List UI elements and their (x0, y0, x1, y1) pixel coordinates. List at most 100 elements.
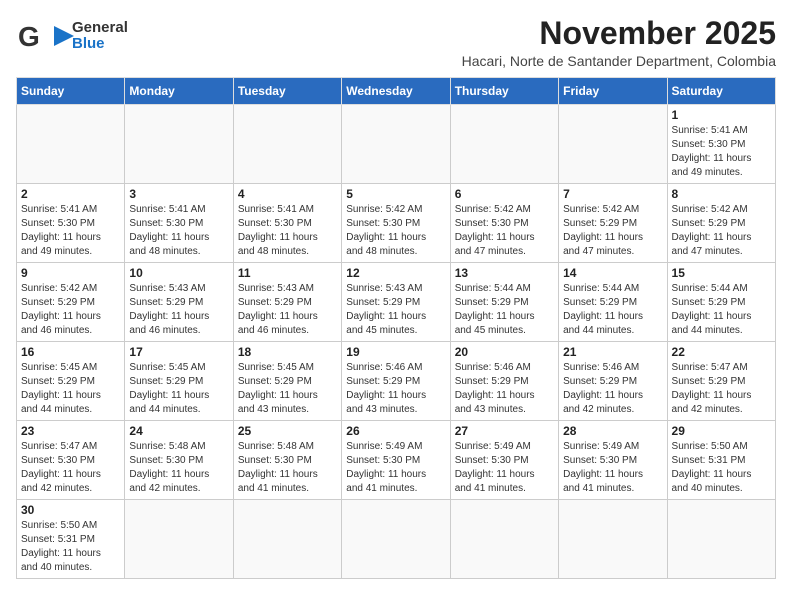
calendar-cell (559, 105, 667, 184)
calendar-cell (450, 500, 558, 579)
day-info: Sunrise: 5:41 AM Sunset: 5:30 PM Dayligh… (21, 203, 120, 259)
day-number: 1 (672, 108, 771, 122)
calendar-cell (125, 105, 233, 184)
calendar-cell (233, 500, 341, 579)
day-number: 15 (672, 266, 771, 280)
day-header-monday: Monday (125, 78, 233, 105)
calendar-cell: 5 Sunrise: 5:42 AM Sunset: 5:30 PM Daylig… (342, 184, 450, 263)
calendar-week-2: 2 Sunrise: 5:41 AM Sunset: 5:30 PM Daylig… (17, 184, 776, 263)
day-info: Sunrise: 5:42 AM Sunset: 5:30 PM Dayligh… (346, 203, 445, 259)
day-number: 19 (346, 345, 445, 359)
logo-svg: G (16, 16, 76, 56)
day-info: Sunrise: 5:46 AM Sunset: 5:29 PM Dayligh… (455, 361, 554, 417)
calendar-cell: 28 Sunrise: 5:49 AM Sunset: 5:30 PM Dayli… (559, 421, 667, 500)
day-number: 3 (129, 187, 228, 201)
calendar-week-1: 1 Sunrise: 5:41 AM Sunset: 5:30 PM Daylig… (17, 105, 776, 184)
day-number: 25 (238, 424, 337, 438)
day-number: 29 (672, 424, 771, 438)
day-info: Sunrise: 5:49 AM Sunset: 5:30 PM Dayligh… (563, 440, 662, 496)
day-header-friday: Friday (559, 78, 667, 105)
calendar-cell: 18Sunrise: 5:45 AM Sunset: 5:29 PM Dayli… (233, 342, 341, 421)
calendar-cell: 27Sunrise: 5:49 AM Sunset: 5:30 PM Dayli… (450, 421, 558, 500)
day-number: 7 (563, 187, 662, 201)
day-header-saturday: Saturday (667, 78, 775, 105)
calendar-cell: 19 Sunrise: 5:46 AM Sunset: 5:29 PM Dayli… (342, 342, 450, 421)
calendar-cell: 12Sunrise: 5:43 AM Sunset: 5:29 PM Dayli… (342, 263, 450, 342)
day-info: Sunrise: 5:50 AM Sunset: 5:31 PM Dayligh… (672, 440, 771, 496)
calendar-cell: 30Sunrise: 5:50 AM Sunset: 5:31 PM Dayli… (17, 500, 125, 579)
day-header-wednesday: Wednesday (342, 78, 450, 105)
day-number: 2 (21, 187, 120, 201)
day-info: Sunrise: 5:47 AM Sunset: 5:29 PM Dayligh… (672, 361, 771, 417)
day-number: 21 (563, 345, 662, 359)
day-info: Sunrise: 5:48 AM Sunset: 5:30 PM Dayligh… (238, 440, 337, 496)
day-info: Sunrise: 5:41 AM Sunset: 5:30 PM Dayligh… (672, 124, 771, 180)
day-number: 26 (346, 424, 445, 438)
calendar-cell: 16 Sunrise: 5:45 AM Sunset: 5:29 PM Dayli… (17, 342, 125, 421)
calendar-cell: 7Sunrise: 5:42 AM Sunset: 5:29 PM Daylig… (559, 184, 667, 263)
calendar-cell: 21 Sunrise: 5:46 AM Sunset: 5:29 PM Dayli… (559, 342, 667, 421)
day-number: 16 (21, 345, 120, 359)
calendar-cell: 26Sunrise: 5:49 AM Sunset: 5:30 PM Dayli… (342, 421, 450, 500)
calendar-cell: 13 Sunrise: 5:44 AM Sunset: 5:29 PM Dayli… (450, 263, 558, 342)
svg-text:G: G (18, 21, 40, 52)
calendar-cell: 10 Sunrise: 5:43 AM Sunset: 5:29 PM Dayli… (125, 263, 233, 342)
day-number: 10 (129, 266, 228, 280)
day-number: 13 (455, 266, 554, 280)
day-header-sunday: Sunday (17, 78, 125, 105)
calendar-header-row: SundayMondayTuesdayWednesdayThursdayFrid… (17, 78, 776, 105)
calendar-cell: 2 Sunrise: 5:41 AM Sunset: 5:30 PM Daylig… (17, 184, 125, 263)
calendar-cell: 9 Sunrise: 5:42 AM Sunset: 5:29 PM Daylig… (17, 263, 125, 342)
day-info: Sunrise: 5:46 AM Sunset: 5:29 PM Dayligh… (563, 361, 662, 417)
calendar-cell (17, 105, 125, 184)
day-info: Sunrise: 5:44 AM Sunset: 5:29 PM Dayligh… (455, 282, 554, 338)
calendar-cell (559, 500, 667, 579)
calendar-cell: 15 Sunrise: 5:44 AM Sunset: 5:29 PM Dayli… (667, 263, 775, 342)
calendar-cell (667, 500, 775, 579)
location: Hacari, Norte de Santander Department, C… (462, 53, 776, 69)
calendar-cell: 6Sunrise: 5:42 AM Sunset: 5:30 PM Daylig… (450, 184, 558, 263)
day-number: 4 (238, 187, 337, 201)
day-info: Sunrise: 5:42 AM Sunset: 5:29 PM Dayligh… (21, 282, 120, 338)
calendar-cell (342, 105, 450, 184)
title-block: November 2025 Hacari, Norte de Santander… (462, 16, 776, 69)
calendar-cell (125, 500, 233, 579)
calendar-cell: 29 Sunrise: 5:50 AM Sunset: 5:31 PM Dayli… (667, 421, 775, 500)
day-number: 12 (346, 266, 445, 280)
calendar-table: SundayMondayTuesdayWednesdayThursdayFrid… (16, 77, 776, 579)
day-number: 9 (21, 266, 120, 280)
calendar-week-6: 30Sunrise: 5:50 AM Sunset: 5:31 PM Dayli… (17, 500, 776, 579)
day-info: Sunrise: 5:42 AM Sunset: 5:29 PM Dayligh… (672, 203, 771, 259)
calendar-week-4: 16 Sunrise: 5:45 AM Sunset: 5:29 PM Dayli… (17, 342, 776, 421)
day-info: Sunrise: 5:44 AM Sunset: 5:29 PM Dayligh… (672, 282, 771, 338)
day-number: 8 (672, 187, 771, 201)
day-number: 28 (563, 424, 662, 438)
calendar-week-5: 23 Sunrise: 5:47 AM Sunset: 5:30 PM Dayli… (17, 421, 776, 500)
day-number: 11 (238, 266, 337, 280)
calendar-cell: 23 Sunrise: 5:47 AM Sunset: 5:30 PM Dayli… (17, 421, 125, 500)
day-info: Sunrise: 5:45 AM Sunset: 5:29 PM Dayligh… (21, 361, 120, 417)
logo-general: General (72, 20, 128, 37)
day-info: Sunrise: 5:41 AM Sunset: 5:30 PM Dayligh… (129, 203, 228, 259)
day-info: Sunrise: 5:47 AM Sunset: 5:30 PM Dayligh… (21, 440, 120, 496)
page-header: G General Blue November 2025 Hacari, Nor… (16, 16, 776, 69)
day-number: 24 (129, 424, 228, 438)
day-number: 23 (21, 424, 120, 438)
calendar-cell: 22Sunrise: 5:47 AM Sunset: 5:29 PM Dayli… (667, 342, 775, 421)
day-info: Sunrise: 5:43 AM Sunset: 5:29 PM Dayligh… (129, 282, 228, 338)
calendar-cell: 3 Sunrise: 5:41 AM Sunset: 5:30 PM Daylig… (125, 184, 233, 263)
day-info: Sunrise: 5:48 AM Sunset: 5:30 PM Dayligh… (129, 440, 228, 496)
calendar-cell: 1 Sunrise: 5:41 AM Sunset: 5:30 PM Daylig… (667, 105, 775, 184)
day-info: Sunrise: 5:49 AM Sunset: 5:30 PM Dayligh… (455, 440, 554, 496)
day-info: Sunrise: 5:45 AM Sunset: 5:29 PM Dayligh… (129, 361, 228, 417)
day-info: Sunrise: 5:44 AM Sunset: 5:29 PM Dayligh… (563, 282, 662, 338)
day-info: Sunrise: 5:41 AM Sunset: 5:30 PM Dayligh… (238, 203, 337, 259)
day-number: 5 (346, 187, 445, 201)
calendar-cell: 4 Sunrise: 5:41 AM Sunset: 5:30 PM Daylig… (233, 184, 341, 263)
calendar-cell (450, 105, 558, 184)
day-number: 20 (455, 345, 554, 359)
calendar-cell: 24 Sunrise: 5:48 AM Sunset: 5:30 PM Dayli… (125, 421, 233, 500)
day-info: Sunrise: 5:46 AM Sunset: 5:29 PM Dayligh… (346, 361, 445, 417)
calendar-week-3: 9 Sunrise: 5:42 AM Sunset: 5:29 PM Daylig… (17, 263, 776, 342)
calendar-cell: 14Sunrise: 5:44 AM Sunset: 5:29 PM Dayli… (559, 263, 667, 342)
